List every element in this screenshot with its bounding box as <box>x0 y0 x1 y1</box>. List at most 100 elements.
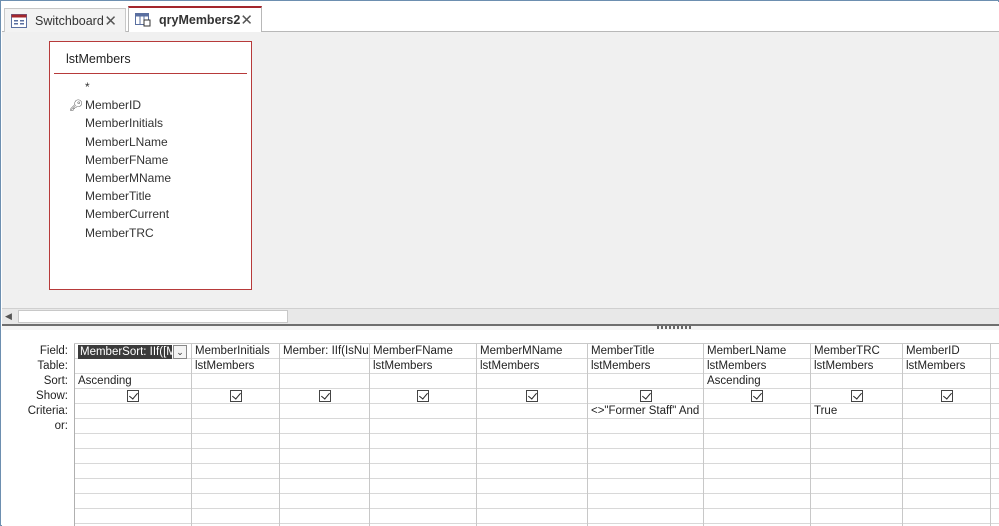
criteria-cell[interactable] <box>192 404 279 419</box>
tab-switchboard[interactable]: Switchboard ✕ <box>4 8 126 33</box>
field-cell[interactable]: MemberLName <box>704 344 810 359</box>
show-checkbox[interactable] <box>850 390 863 402</box>
sort-cell[interactable] <box>903 374 990 389</box>
show-checkbox[interactable] <box>127 390 139 402</box>
row-label-field: Field: <box>39 345 68 357</box>
chevron-down-icon[interactable]: ⌄ <box>173 344 187 359</box>
table-cell[interactable] <box>75 359 191 374</box>
table-cell[interactable]: lstMembers <box>588 359 703 374</box>
show-cell[interactable] <box>75 389 191 404</box>
sort-cell[interactable] <box>370 374 476 389</box>
field-item[interactable]: * <box>50 78 251 96</box>
grid-column: MemberFName lstMembers <box>370 344 477 526</box>
field-item[interactable]: 🔑︎ MemberID <box>50 96 251 114</box>
or-cell[interactable] <box>903 419 990 434</box>
scrollbar-thumb[interactable] <box>18 310 288 323</box>
show-checkbox[interactable] <box>318 390 331 402</box>
field-item[interactable]: MemberFName <box>50 151 251 169</box>
field-item[interactable]: MemberCurrent <box>50 205 251 223</box>
table-cell[interactable]: lstMembers <box>192 359 279 374</box>
tab-label: Switchboard <box>35 14 104 28</box>
splitter-grip-icon[interactable] <box>657 326 693 329</box>
or-cell[interactable] <box>280 419 369 434</box>
or-cell[interactable] <box>588 419 703 434</box>
row-label-sort: Sort: <box>43 375 68 387</box>
criteria-cell[interactable]: <>"Former Staff" And <box>588 404 703 419</box>
show-cell[interactable] <box>192 389 279 404</box>
criteria-cell[interactable]: True <box>811 404 902 419</box>
grid-column: MemberInitials lstMembers <box>192 344 280 526</box>
field-item[interactable]: MemberMName <box>50 169 251 187</box>
sort-cell[interactable] <box>588 374 703 389</box>
horizontal-scrollbar[interactable]: ◀ <box>2 308 999 324</box>
grid-column: MemberSort: IIf([M ⌄ Ascending <box>75 344 192 526</box>
field-cell[interactable]: MemberInitials <box>192 344 279 359</box>
show-cell[interactable] <box>704 389 810 404</box>
sort-cell[interactable]: Ascending <box>704 374 810 389</box>
sort-cell[interactable] <box>477 374 587 389</box>
sort-cell[interactable] <box>192 374 279 389</box>
table-cell[interactable]: lstMembers <box>811 359 902 374</box>
show-cell[interactable] <box>370 389 476 404</box>
table-cell[interactable] <box>280 359 369 374</box>
table-cell[interactable]: lstMembers <box>903 359 990 374</box>
show-cell[interactable] <box>477 389 587 404</box>
or-cell[interactable] <box>477 419 587 434</box>
criteria-cell[interactable] <box>75 404 191 419</box>
show-checkbox[interactable] <box>526 390 538 402</box>
field-list-lstmembers[interactable]: lstMembers * 🔑︎ MemberID MemberInitials M… <box>49 41 252 290</box>
field-cell-selected-text[interactable]: MemberSort: IIf([M <box>78 344 172 359</box>
field-item[interactable]: MemberInitials <box>50 114 251 132</box>
or-cell[interactable] <box>370 419 476 434</box>
field-item[interactable]: MemberTitle <box>50 187 251 205</box>
field-list-items: * 🔑︎ MemberID MemberInitials MemberLName … <box>50 74 251 242</box>
show-checkbox[interactable] <box>639 390 652 402</box>
field-cell[interactable]: MemberFName <box>370 344 476 359</box>
document-tab-strip: Switchboard ✕ qryMembers2 ✕ <box>2 2 999 33</box>
sort-cell[interactable] <box>811 374 902 389</box>
table-cell[interactable]: lstMembers <box>370 359 476 374</box>
grid-column: MemberMName lstMembers <box>477 344 588 526</box>
criteria-cell[interactable] <box>704 404 810 419</box>
show-checkbox[interactable] <box>417 390 429 402</box>
design-grid-pane: Field: Table: Sort: Show: Criteria: or: … <box>2 330 999 526</box>
or-cell[interactable] <box>192 419 279 434</box>
tab-qrymembers2[interactable]: qryMembers2 ✕ <box>128 6 262 33</box>
query-design-window: Switchboard ✕ qryMembers2 ✕ lstMembers *… <box>0 0 999 526</box>
field-cell[interactable]: MemberID <box>903 344 990 359</box>
criteria-cell[interactable] <box>903 404 990 419</box>
scroll-left-icon[interactable]: ◀ <box>5 311 12 322</box>
show-cell[interactable] <box>811 389 902 404</box>
grid-row-labels: Field: Table: Sort: Show: Criteria: or: <box>2 344 74 434</box>
field-cell[interactable]: MemberMName <box>477 344 587 359</box>
field-list-title[interactable]: lstMembers <box>54 42 247 74</box>
row-label-criteria: Criteria: <box>27 405 68 417</box>
form-icon <box>11 14 27 28</box>
field-item[interactable]: MemberTRC <box>50 224 251 242</box>
criteria-cell[interactable] <box>477 404 587 419</box>
show-cell[interactable] <box>588 389 703 404</box>
field-item[interactable]: MemberLName <box>50 133 251 151</box>
column-selector-row[interactable] <box>74 336 999 344</box>
show-cell[interactable] <box>280 389 369 404</box>
sort-cell[interactable]: Ascending <box>75 374 191 389</box>
show-checkbox[interactable] <box>751 390 763 402</box>
show-cell[interactable] <box>903 389 990 404</box>
or-cell[interactable] <box>811 419 902 434</box>
table-cell[interactable]: lstMembers <box>477 359 587 374</box>
show-checkbox[interactable] <box>229 390 242 402</box>
field-cell[interactable]: MemberSort: IIf([M ⌄ <box>75 344 191 359</box>
or-cell[interactable] <box>75 419 191 434</box>
field-cell[interactable]: MemberTRC <box>811 344 902 359</box>
close-icon[interactable]: ✕ <box>104 14 117 29</box>
criteria-cell[interactable] <box>280 404 369 419</box>
criteria-cell[interactable] <box>370 404 476 419</box>
table-cell[interactable]: lstMembers <box>704 359 810 374</box>
grid-column: MemberLName lstMembers Ascending <box>704 344 811 526</box>
show-checkbox[interactable] <box>940 390 953 402</box>
field-cell[interactable]: MemberTitle <box>588 344 703 359</box>
close-icon[interactable]: ✕ <box>240 13 253 28</box>
sort-cell[interactable] <box>280 374 369 389</box>
field-cell[interactable]: Member: IIf(IsNu <box>280 344 369 359</box>
or-cell[interactable] <box>704 419 810 434</box>
